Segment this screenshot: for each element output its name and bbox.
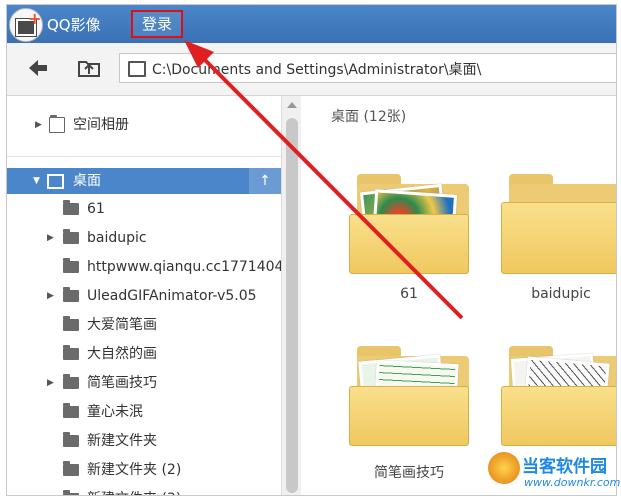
tree-item-label: 童心未泯 xyxy=(87,404,143,420)
expand-arrow-icon[interactable]: ▶ xyxy=(47,225,54,251)
thumbnail-panel: 桌面 (12张) 61 baidupic 简笔画技巧 xyxy=(301,96,616,495)
tree-item-label: 新建文件夹 (2) xyxy=(87,462,182,478)
tree-item[interactable]: 童心未泯 xyxy=(7,399,281,425)
folder-label: 61 xyxy=(400,286,418,302)
album-icon xyxy=(49,115,65,133)
folder-icon xyxy=(63,258,79,273)
tree-item[interactable]: 61 xyxy=(7,196,281,222)
folder-tile[interactable]: 简笔画技巧 xyxy=(349,346,469,481)
move-up-button[interactable]: ↑ xyxy=(249,168,281,194)
tree-item-label: 新建文件夹 (3) xyxy=(87,486,181,495)
folder-icon xyxy=(63,316,79,331)
folder-icon xyxy=(63,345,79,360)
tree-item-label: baidupic xyxy=(87,230,147,246)
folder-icon xyxy=(349,346,469,446)
tree-item-label: httpwww.qianqu.cc1771404 xyxy=(87,259,284,275)
desktop-icon xyxy=(128,61,146,77)
tree-item-label: 新建文件夹 xyxy=(87,433,157,449)
parent-folder-icon[interactable] xyxy=(77,56,101,78)
address-field[interactable]: C:\Documents and Settings\Administrator\… xyxy=(119,53,616,83)
tree-item-desktop[interactable]: ▼ 桌面 ↑ xyxy=(7,168,281,194)
tree-item-label: UleadGIFAnimator-v5.05 xyxy=(87,288,257,304)
tree-item[interactable]: httpwww.qianqu.cc1771404 xyxy=(7,254,284,280)
folder-icon xyxy=(501,346,616,446)
folder-icon xyxy=(63,374,79,389)
divider xyxy=(7,156,281,157)
folder-tile[interactable]: baidupic xyxy=(501,174,616,304)
folder-icon xyxy=(63,200,79,215)
folder-icon xyxy=(63,461,79,476)
tree-item-label: 空间相册 xyxy=(73,117,129,133)
expand-arrow-icon[interactable]: ▶ xyxy=(35,112,42,138)
desktop-icon xyxy=(47,174,64,189)
app-logo-icon[interactable]: + xyxy=(9,8,43,42)
tree-item[interactable]: ▶ baidupic xyxy=(7,225,281,251)
folder-label: 简笔画技巧 xyxy=(374,465,444,481)
tree-item[interactable]: 新建文件夹 (3) xyxy=(7,486,281,495)
watermark-url: www.downkr.com xyxy=(524,476,621,489)
tree-item[interactable]: 新建文件夹 xyxy=(7,428,281,454)
login-button[interactable]: 登录 xyxy=(131,10,183,38)
folder-tree: ▶ 空间相册 ▼ 桌面 ↑ 61 ▶ baidupic httpwww.qianqu.… xyxy=(7,96,284,495)
scroll-thumb[interactable] xyxy=(286,118,298,493)
app-window: + QQ影像 登录 C:\Documents and Settings\Admi… xyxy=(6,4,617,496)
folder-icon xyxy=(349,174,469,274)
watermark-title: 当客软件园 xyxy=(522,457,607,477)
folder-label: baidupic xyxy=(531,286,591,302)
address-toolbar: C:\Documents and Settings\Administrator\… xyxy=(7,43,616,96)
tree-item-album[interactable]: ▶ 空间相册 xyxy=(7,112,281,138)
tree-item[interactable]: ▶ UleadGIFAnimator-v5.05 xyxy=(7,283,281,309)
watermark-logo-icon xyxy=(488,452,520,484)
title-bar: + QQ影像 登录 xyxy=(7,5,616,43)
watermark: 当客软件园 www.downkr.com xyxy=(488,448,621,494)
folder-icon xyxy=(63,432,79,447)
folder-icon xyxy=(63,229,79,244)
expand-arrow-icon[interactable]: ▶ xyxy=(47,370,54,396)
folder-tile[interactable]: 61 xyxy=(349,174,469,304)
tree-item-label: 大爱简笔画 xyxy=(87,317,157,333)
tree-item[interactable]: 大自然的画 xyxy=(7,341,281,367)
tree-item-label: 大自然的画 xyxy=(87,346,157,362)
sidebar-scrollbar[interactable] xyxy=(281,96,302,495)
collapse-arrow-icon[interactable]: ▼ xyxy=(33,168,40,194)
tree-item-label: 61 xyxy=(87,201,105,217)
back-arrow-icon[interactable] xyxy=(27,57,49,79)
tree-item-label: 桌面 xyxy=(73,173,101,189)
tree-item-label: 简笔画技巧 xyxy=(87,375,157,391)
address-path: C:\Documents and Settings\Administrator\… xyxy=(152,62,482,78)
scroll-up-icon[interactable] xyxy=(287,102,297,108)
folder-header: 桌面 (12张) xyxy=(331,109,407,125)
app-title: QQ影像 xyxy=(47,16,101,34)
tree-item[interactable]: ▶ 简笔画技巧 xyxy=(7,370,281,396)
tree-item[interactable]: 大爱简笔画 xyxy=(7,312,281,338)
folder-icon xyxy=(63,490,79,495)
folder-icon xyxy=(63,403,79,418)
folder-icon xyxy=(501,174,616,274)
expand-arrow-icon[interactable]: ▶ xyxy=(47,283,54,309)
tree-item[interactable]: 新建文件夹 (2) xyxy=(7,457,281,483)
folder-icon xyxy=(63,287,79,302)
